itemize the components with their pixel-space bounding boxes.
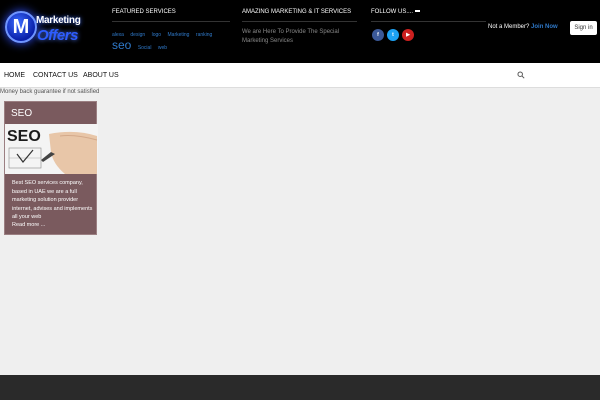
amazing-services-heading: AMAZING MARKETING & IT SERVICES: [242, 9, 352, 15]
join-now-link[interactable]: Join Now: [531, 24, 558, 30]
card-description: Best SEO services company, based in UAE …: [12, 180, 93, 220]
top-bar: M Marketing Offers FEATURED SERVICES ale…: [0, 0, 600, 63]
card-image[interactable]: SEO: [5, 124, 98, 174]
tag-cloud: alexa design logo Marketing ranking seo …: [112, 27, 230, 53]
tag-link[interactable]: web: [158, 45, 167, 51]
tag-link[interactable]: design: [130, 32, 145, 38]
main-nav: HOME CONTACT US ABOUT US: [0, 63, 600, 88]
divider: [371, 21, 486, 22]
footer: [0, 375, 600, 400]
seo-illustration: SEO: [5, 124, 98, 174]
svg-text:SEO: SEO: [7, 128, 41, 145]
sign-in-button[interactable]: Sign in: [570, 21, 597, 35]
follow-us-heading: FOLLOW US....: [371, 9, 421, 15]
nav-item-about-us[interactable]: ABOUT US: [83, 72, 119, 79]
tag-link[interactable]: ranking: [196, 32, 212, 38]
read-more-link[interactable]: Read more ...: [12, 222, 45, 228]
twitter-icon[interactable]: t: [387, 29, 399, 41]
service-card-seo[interactable]: SEO SEO Best SEO services company, based…: [4, 101, 98, 235]
facebook-icon[interactable]: f: [372, 29, 384, 41]
tag-link[interactable]: seo: [112, 38, 131, 52]
member-prompt: Not a Member? Join Now: [488, 24, 558, 30]
youtube-icon[interactable]: ▶: [402, 29, 414, 41]
logo-text-line1: Marketing: [36, 15, 81, 26]
tag-link[interactable]: Marketing: [168, 32, 190, 38]
logo-badge: M: [5, 11, 37, 43]
search-icon[interactable]: [517, 71, 525, 79]
divider: [112, 21, 230, 22]
nav-item-contact-us[interactable]: CONTACT US: [33, 72, 78, 79]
tagline: Money back guarantee if not satisfied: [0, 89, 100, 95]
tag-link[interactable]: Social: [138, 45, 152, 51]
divider: [242, 21, 357, 22]
member-prompt-text: Not a Member?: [488, 24, 530, 30]
nav-item-home[interactable]: HOME: [4, 72, 25, 79]
site-logo[interactable]: M Marketing Offers: [3, 5, 85, 57]
tag-link[interactable]: logo: [152, 32, 161, 38]
featured-services-heading: FEATURED SERVICES: [112, 9, 176, 15]
card-title[interactable]: SEO: [11, 108, 32, 119]
logo-text-line2: Offers: [37, 27, 78, 44]
amazing-services-text: We are Here To Provide The Special Marke…: [242, 29, 340, 44]
